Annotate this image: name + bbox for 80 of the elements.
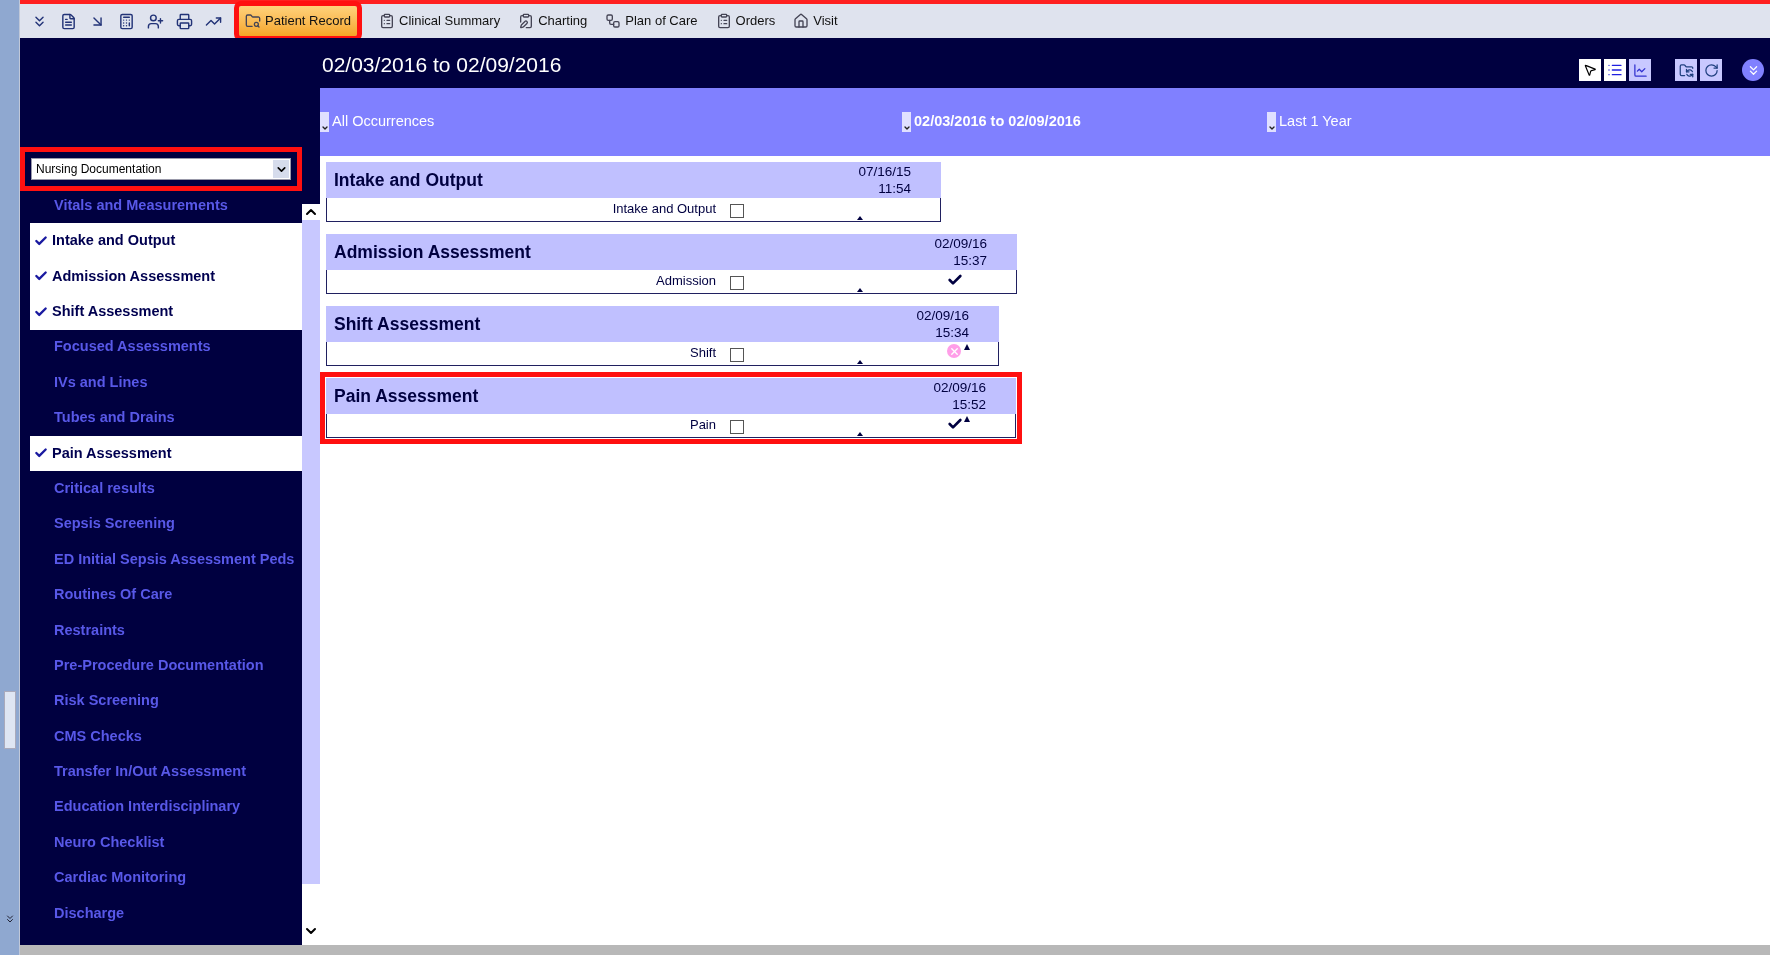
refresh-icon[interactable]	[1700, 59, 1722, 81]
checkmark-icon	[947, 272, 963, 288]
section-title: Admission Assessment	[334, 240, 532, 264]
section-title: Shift Assessment	[334, 312, 482, 336]
sidebar-item[interactable]: Discharge	[30, 895, 302, 932]
toolbar-tab[interactable]: Plan of Care	[599, 6, 704, 36]
sidebar-item[interactable]: Pain Assessment	[30, 435, 302, 472]
row-checkbox[interactable]	[730, 204, 744, 218]
category-dropdown[interactable]: Nursing Documentation	[31, 158, 291, 180]
folder-refresh-icon[interactable]	[1675, 59, 1697, 81]
sidebar-item[interactable]: Admission Assessment	[30, 258, 302, 295]
sort-marker-icon	[857, 288, 863, 292]
section-title: Intake and Output	[334, 168, 484, 192]
section-date: 07/16/15	[858, 163, 911, 180]
toolbar-tab[interactable]: Visit	[787, 6, 844, 36]
row-checkbox[interactable]	[730, 276, 744, 290]
row-checkbox[interactable]	[730, 348, 744, 362]
sidebar-item[interactable]: Cardiac Monitoring	[30, 860, 302, 896]
section-time: 11:54	[878, 180, 911, 197]
section-time: 15:37	[953, 252, 987, 269]
sidebar-item[interactable]: IVs and Lines	[30, 364, 302, 401]
folder-icon	[245, 13, 261, 29]
list-icon	[715, 13, 732, 29]
sidebar-item[interactable]: CMS Checks	[30, 718, 302, 755]
dropdown-marker-icon	[902, 112, 911, 132]
section-title: Pain Assessment	[334, 384, 480, 408]
section-date: 02/09/16	[934, 235, 987, 252]
section-header[interactable]: Shift Assessment 02/09/16 15:34	[326, 306, 999, 342]
scrollbar[interactable]	[0, 0, 20, 955]
filter-option[interactable]: All Occurrences	[320, 111, 902, 133]
collapse-icon[interactable]	[1742, 59, 1764, 81]
row-label: Pain	[688, 416, 717, 434]
row-label: Shift	[689, 344, 717, 362]
check-icon	[34, 304, 48, 319]
sidebar-item[interactable]: Transfer In/Out Assessment	[30, 754, 302, 790]
sidebar-item[interactable]: Routines Of Care	[30, 577, 302, 613]
delta-icon	[964, 416, 970, 422]
filter-option[interactable]: Last 1 Year	[1267, 111, 1352, 133]
scroll-thumb[interactable]	[3, 691, 16, 749]
sidebar-item[interactable]: Focused Assessments	[30, 329, 302, 365]
sidebar-item[interactable]: Vitals and Measurements	[30, 188, 302, 224]
sidebar-item[interactable]: Critical results	[30, 471, 302, 507]
flow-icon	[605, 13, 622, 29]
section-header[interactable]: Intake and Output 07/16/15 11:54	[326, 162, 941, 198]
checkmark-icon	[947, 416, 963, 432]
dropdown-marker-icon	[1267, 112, 1276, 132]
section-header[interactable]: Admission Assessment 02/09/16 15:37	[326, 234, 1017, 270]
dropdown-marker-icon	[320, 112, 329, 132]
date-range-title: 02/03/2016 to 02/09/2016	[322, 52, 563, 79]
list-icon[interactable]	[1604, 59, 1626, 81]
sidebar-item[interactable]: Tubes and Drains	[30, 400, 302, 436]
sort-marker-icon	[857, 432, 863, 436]
sidebar-item[interactable]: Education Interdisciplinary	[30, 789, 302, 826]
section-header[interactable]: Pain Assessment 02/09/16 15:52	[326, 378, 1016, 414]
sort-marker-icon	[857, 360, 863, 364]
sidebar-item[interactable]: ED Initial Sepsis Assessment Peds	[30, 541, 302, 578]
sidebar-item[interactable]: Pre-Procedure Documentation	[30, 648, 302, 684]
sort-marker-icon	[857, 216, 863, 220]
sidebar-item[interactable]: Risk Screening	[30, 683, 302, 719]
delta-icon	[964, 344, 970, 350]
house-icon	[793, 13, 810, 29]
row-label: Admission	[655, 272, 717, 290]
clipboard-pen-icon	[518, 13, 535, 29]
toolbar-tab[interactable]: Clinical Summary	[373, 6, 507, 36]
toolbar-tab[interactable]: Charting	[512, 6, 594, 36]
row-label: Intake and Output	[611, 200, 717, 218]
filter-option[interactable]: 02/03/2016 to 02/09/2016	[902, 111, 1267, 133]
sidebar-item[interactable]: Sepsis Screening	[30, 506, 302, 542]
sidebar-item[interactable]: Restraints	[30, 612, 302, 649]
select-tool-icon[interactable]	[1579, 59, 1601, 81]
section-date: 02/09/16	[933, 379, 986, 396]
line-chart-icon[interactable]	[1629, 59, 1651, 81]
section-time: 15:52	[952, 396, 986, 413]
sidebar-item[interactable]: Shift Assessment	[30, 294, 302, 330]
sidebar-item[interactable]: Intake and Output	[30, 223, 302, 259]
section-date: 02/09/16	[916, 307, 969, 324]
toolbar-tab[interactable]: Orders	[709, 6, 782, 36]
sidebar-item[interactable]: Neuro Checklist	[30, 825, 302, 861]
section-time: 15:34	[935, 324, 969, 341]
row-checkbox[interactable]	[730, 420, 744, 434]
